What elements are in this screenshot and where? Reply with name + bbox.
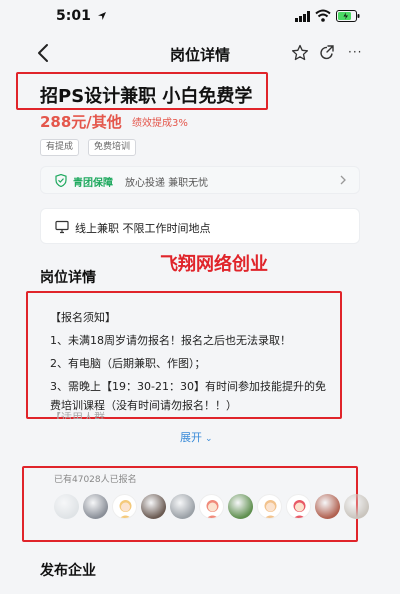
cellular-signal-icon [295, 11, 310, 22]
page-title: 岗位详情 [169, 46, 230, 64]
salary: 288元/其他 [40, 113, 122, 131]
watermark-text: 飞翔网络创业 [160, 254, 268, 275]
signup-count: 已有47028人已报名 [54, 475, 137, 485]
job-detail-screen: 5:01 岗位详情 ··· 招PS设计兼职 小白免费学 288元/其他 绩效提成… [0, 0, 400, 594]
location-arrow-icon [98, 12, 106, 20]
favorite-star-icon[interactable] [291, 44, 309, 62]
shield-check-icon [55, 174, 67, 187]
navigation-bar: 岗位详情 ··· [0, 32, 400, 76]
guarantee-card[interactable]: 青团保障 放心投递 兼职无忧 [40, 166, 360, 194]
description-line: 2、有电脑（后期兼职、作图）； [50, 357, 206, 370]
chevron-down-icon: ⌄ [205, 434, 213, 444]
tag-commission: 有提成 [40, 139, 80, 156]
applicant-avatar [54, 494, 79, 519]
chevron-right-icon [340, 175, 346, 185]
applicant-avatar [228, 494, 253, 519]
description-line: 【报名须知】 [50, 311, 116, 324]
description-line: 1、未满18周岁请勿报名！报名之后也无法录取！ [50, 334, 291, 347]
expand-button[interactable]: 展开 ⌄ [180, 429, 213, 445]
job-title: 招PS设计兼职 小白免费学 [40, 86, 253, 107]
applicant-avatar [199, 494, 224, 519]
battery-icon [336, 10, 360, 22]
bonus-text: 绩效提成3% [132, 118, 188, 129]
more-options-icon[interactable]: ··· [348, 45, 362, 61]
applicant-avatar [257, 494, 282, 519]
applicant-avatar [315, 494, 340, 519]
status-bar: 5:01 [0, 0, 400, 32]
section-title-publisher: 发布企业 [40, 563, 96, 579]
guarantee-desc: 放心投递 兼职无忧 [125, 178, 209, 189]
applicant-avatar [286, 494, 311, 519]
guarantee-name: 青团保障 [73, 178, 113, 189]
applicant-avatar [170, 494, 195, 519]
share-icon[interactable] [318, 44, 336, 62]
work-type-text: 线上兼职 不限工作时间地点 [75, 222, 211, 235]
section-title-job-details: 岗位详情 [40, 270, 96, 286]
applicant-avatar [344, 494, 369, 519]
description-line: 3、需晚上【19：30-21：30】有时间参加技能提升的免 [50, 380, 326, 393]
tag-free-training: 免费培训 [88, 139, 137, 156]
expand-label: 展开 [180, 431, 202, 444]
computer-icon [55, 220, 69, 234]
applicant-avatar [112, 494, 137, 519]
description-line-faded: 【适用人群 [50, 411, 105, 419]
status-time: 5:01 [56, 8, 91, 24]
work-type-card: 线上兼职 不限工作时间地点 [40, 208, 360, 244]
applicant-avatar [83, 494, 108, 519]
applicant-avatar [141, 494, 166, 519]
wifi-icon [315, 9, 331, 22]
